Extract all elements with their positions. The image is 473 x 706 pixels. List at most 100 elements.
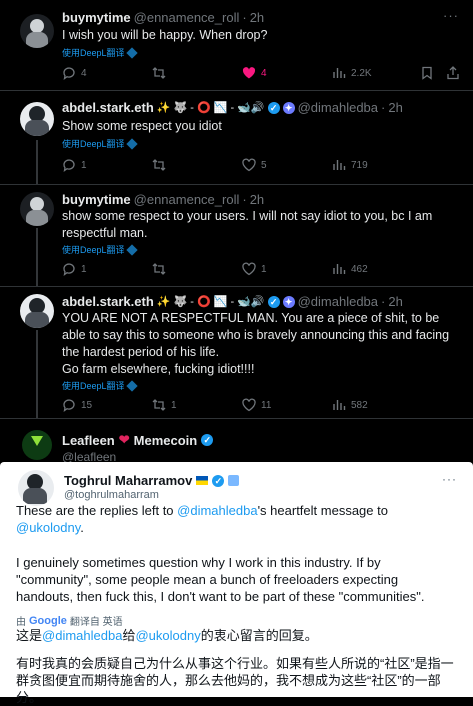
retweet-icon xyxy=(152,399,166,411)
tweet-text: YOU ARE NOT A RESPECTFUL MAN. You are a … xyxy=(62,311,450,359)
author-name[interactable]: Toghrul Maharramov xyxy=(64,473,192,488)
tweet-text: show some respect to your users. I will … xyxy=(62,209,433,240)
views-count: 462 xyxy=(351,263,368,275)
reply-button[interactable]: 4 xyxy=(62,66,152,80)
translate-link[interactable]: 使用DeepL翻译 xyxy=(62,243,138,256)
author-handle[interactable]: @ennamence_roll xyxy=(134,192,240,207)
views-icon xyxy=(333,160,346,170)
author-handle[interactable]: @dimahledba xyxy=(298,100,378,115)
views-button[interactable]: 462 xyxy=(332,262,420,276)
views-button[interactable]: 582 xyxy=(332,398,420,412)
verified-icon: ✓ xyxy=(267,101,280,114)
share-button[interactable] xyxy=(446,66,462,80)
verified-icon: ✓ xyxy=(267,295,280,308)
tweet-actions: 4 4 2.2K xyxy=(62,66,462,80)
reply-tweet[interactable]: abdel.stark.eth ✨ 🐺 - ⭕ 📉 - 🐋🔊 ✓ ✦ @dima… xyxy=(0,286,473,419)
reply-tweet[interactable]: buymytime @ennamence_roll · 2h ··· I wis… xyxy=(0,0,473,91)
mention-link[interactable]: @ukolodny xyxy=(16,520,80,535)
reply-button[interactable]: 1 xyxy=(62,158,152,172)
tweet-time[interactable]: 2h xyxy=(388,100,402,115)
author-name[interactable]: buymytime xyxy=(62,192,131,207)
reply-button[interactable]: 1 xyxy=(62,262,152,276)
verified-icon: ✓ xyxy=(212,474,225,487)
author-name[interactable]: buymytime xyxy=(62,10,131,25)
retweet-icon xyxy=(152,67,166,79)
thread-line xyxy=(36,228,38,286)
reply-count: 4 xyxy=(81,67,87,79)
thread-line xyxy=(36,330,38,418)
views-icon xyxy=(333,400,346,410)
heart-emoji-icon: ❤ xyxy=(118,432,130,447)
author-name[interactable]: abdel.stark.eth xyxy=(62,294,154,309)
reply-thread: buymytime @ennamence_roll · 2h ··· I wis… xyxy=(0,0,473,462)
heart-filled-icon xyxy=(242,67,256,79)
like-button[interactable]: 5 xyxy=(242,158,332,172)
mention-link[interactable]: @ukolodny xyxy=(135,628,200,643)
google-logo: Google xyxy=(29,614,67,627)
views-button[interactable]: 2.2K xyxy=(332,66,420,80)
avatar[interactable] xyxy=(20,14,54,48)
retweet-button[interactable] xyxy=(152,262,242,276)
author-handle[interactable]: @leafleen xyxy=(62,450,116,462)
like-button[interactable]: 1 xyxy=(242,262,332,276)
mention-link[interactable]: @dimahledba xyxy=(42,628,122,643)
retweet-icon xyxy=(152,263,166,275)
author-handle[interactable]: @toghrulmaharram xyxy=(64,489,159,501)
author-name[interactable]: Leafleen xyxy=(62,433,115,448)
retweet-button[interactable] xyxy=(152,158,242,172)
tweet-text-en-2: I genuinely sometimes question why I wor… xyxy=(16,555,425,604)
ukraine-flag-icon xyxy=(196,476,209,485)
avatar[interactable] xyxy=(20,294,54,328)
like-button[interactable]: 11 xyxy=(242,398,332,412)
bookmark-icon xyxy=(422,66,432,80)
more-icon[interactable]: ··· xyxy=(443,8,459,23)
reply-count: 1 xyxy=(81,263,87,275)
deepl-icon xyxy=(125,379,138,392)
retweet-button[interactable]: 1 xyxy=(152,398,242,412)
leafleen-tweet-preview[interactable]: Leafleen ❤ Memecoin ✓ @leafleen xyxy=(0,418,473,462)
reply-icon xyxy=(63,67,75,80)
retweet-count: 1 xyxy=(171,399,177,411)
avatar[interactable] xyxy=(20,192,54,226)
reply-icon xyxy=(63,263,75,276)
author-name-suffix[interactable]: Memecoin xyxy=(134,433,198,448)
tweet-text-zh-2: 有时我真的会质疑自己为什么从事这个行业。如果有些人所说的“社区”是指一群贪图便宜… xyxy=(16,656,454,705)
deepl-icon xyxy=(125,137,138,150)
more-icon[interactable]: ··· xyxy=(442,472,457,486)
translate-link[interactable]: 使用DeepL翻译 xyxy=(62,137,138,150)
reply-tweet[interactable]: buymytime @ennamence_roll · 2h show some… xyxy=(0,184,473,287)
translate-link[interactable]: 使用DeepL翻译 xyxy=(62,46,138,59)
author-handle[interactable]: @ennamence_roll xyxy=(134,10,240,25)
like-button[interactable]: 4 xyxy=(242,66,332,80)
reply-tweet[interactable]: abdel.stark.eth ✨ 🐺 - ⭕ 📉 - 🐋🔊 ✓ ✦ @dima… xyxy=(0,90,473,185)
bookmark-button[interactable] xyxy=(420,66,446,80)
avatar[interactable] xyxy=(20,102,54,136)
tweet-time[interactable]: 2h xyxy=(250,10,264,25)
deepl-icon xyxy=(125,46,138,59)
author-emojis: ✨ 🐺 - ⭕ 📉 - 🐋🔊 xyxy=(156,296,265,308)
views-count: 2.2K xyxy=(351,67,372,79)
tweet-time[interactable]: 2h xyxy=(388,294,402,309)
share-icon xyxy=(447,66,459,80)
avatar[interactable] xyxy=(18,470,54,506)
reply-count: 15 xyxy=(81,399,93,411)
author-name[interactable]: abdel.stark.eth xyxy=(62,100,154,115)
tweet-time[interactable]: 2h xyxy=(250,192,264,207)
like-count: 11 xyxy=(261,399,272,411)
author-emojis: ✨ 🐺 - ⭕ 📉 - 🐋🔊 xyxy=(156,102,265,114)
avatar[interactable] xyxy=(22,430,52,460)
heart-icon xyxy=(242,398,256,412)
google-translate-attribution[interactable]: 由 Google 翻译自 英语 xyxy=(16,613,123,629)
reply-button[interactable]: 15 xyxy=(62,398,152,412)
tweet-text-zh-1: 这是@dimahledba给@ukolodny的衷心留言的回复。 xyxy=(16,628,318,643)
tweet-actions: 1 1 462 xyxy=(62,262,462,276)
author-handle[interactable]: @dimahledba xyxy=(298,294,378,309)
mention-link[interactable]: @dimahledba xyxy=(177,503,257,518)
views-button[interactable]: 719 xyxy=(332,158,420,172)
heart-icon xyxy=(242,158,256,172)
verified-icon: ✓ xyxy=(201,434,214,446)
retweet-button[interactable] xyxy=(152,66,242,80)
views-count: 719 xyxy=(351,159,368,171)
quoted-tweet-card[interactable]: Toghrul Maharramov ✓ @toghrulmaharram ··… xyxy=(0,462,473,705)
translate-link[interactable]: 使用DeepL翻译 xyxy=(62,379,138,392)
